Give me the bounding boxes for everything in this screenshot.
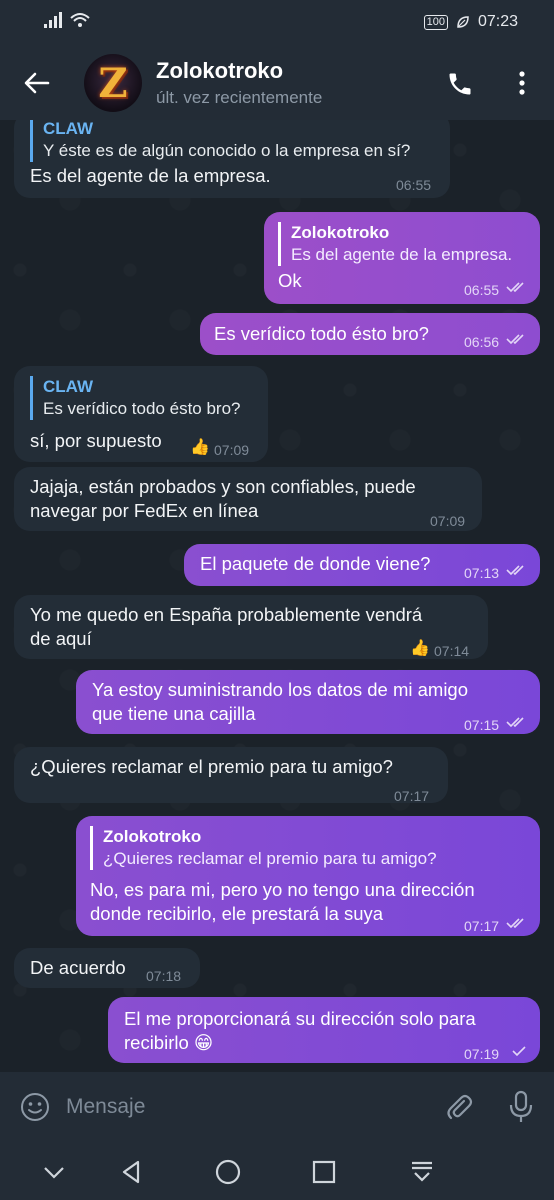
- message-input[interactable]: [66, 1092, 426, 1122]
- message-time: 07:09: [214, 442, 250, 458]
- reply-author: Zolokotroko: [103, 827, 202, 846]
- message-text: sí, por supuesto: [30, 430, 162, 451]
- signal-icon: [44, 12, 62, 28]
- chat-title[interactable]: Zolokotroko: [156, 58, 283, 84]
- message-outgoing[interactable]: Zolokotroko Es del agente de la empresa.…: [264, 212, 540, 304]
- home-circle-icon[interactable]: [214, 1158, 242, 1186]
- message-composer: [0, 1072, 554, 1142]
- double-check-icon: [506, 717, 524, 728]
- message-text: Jajaja, están probados y son confiables,…: [30, 476, 416, 497]
- message-incoming[interactable]: ¿Quieres reclamar el premio para tu amig…: [14, 747, 448, 804]
- chat-header: Z Zolokotroko últ. vez recientemente: [0, 46, 554, 120]
- smiley-icon[interactable]: [20, 1092, 50, 1122]
- reply-author: CLAW: [43, 120, 94, 138]
- message-text: Yo me quedo en España probablemente vend…: [30, 604, 423, 625]
- reply-author: CLAW: [43, 377, 94, 396]
- avatar[interactable]: Z: [84, 54, 142, 112]
- chevron-down-icon[interactable]: [40, 1158, 68, 1186]
- status-right: 100 07:23: [423, 13, 518, 31]
- message-text: Es verídico todo ésto bro?: [214, 323, 429, 344]
- message-incoming[interactable]: De acuerdo 07:18: [14, 948, 200, 988]
- message-time: 07:13: [464, 565, 500, 581]
- system-nav-bar: [0, 1142, 554, 1200]
- message-time: 07:14: [434, 643, 470, 659]
- chat-last-seen: últ. vez recientemente: [156, 88, 323, 107]
- leaf-icon: [457, 16, 469, 28]
- message-text: No, es para mi, pero yo no tengo una dir…: [90, 879, 475, 900]
- message-text: De acuerdo: [30, 957, 126, 978]
- message-time: 07:17: [394, 788, 430, 804]
- message-text: El paquete de donde viene?: [200, 553, 431, 574]
- message-time: 07:09: [430, 513, 466, 529]
- avatar-letter: Z: [98, 59, 128, 107]
- message-outgoing[interactable]: Zolokotroko ¿Quieres reclamar el premio …: [76, 816, 540, 936]
- double-check-icon: [506, 918, 524, 929]
- message-incoming[interactable]: CLAW Es verídico todo ésto bro? sí, por …: [14, 366, 268, 462]
- status-bar: 100 07:23: [0, 0, 554, 46]
- reply-text: Y éste es de algún conocido o la empresa…: [43, 141, 411, 160]
- reply-text: Es verídico todo ésto bro?: [43, 399, 241, 418]
- reply-quote[interactable]: Zolokotroko ¿Quieres reclamar el premio …: [90, 826, 437, 870]
- arrow-left-icon[interactable]: [22, 68, 52, 98]
- message-time: 07:15: [464, 717, 500, 733]
- message-text: que tiene una cajilla: [92, 703, 256, 724]
- status-left: [44, 12, 90, 28]
- message-incoming[interactable]: CLAW Y éste es de algún conocido o la em…: [14, 120, 450, 198]
- reply-quote[interactable]: Zolokotroko Es del agente de la empresa.: [278, 222, 512, 266]
- message-text: Ok: [278, 270, 302, 291]
- back-triangle-icon[interactable]: [118, 1158, 146, 1186]
- recents-square-icon[interactable]: [310, 1158, 338, 1186]
- message-time: 06:55: [464, 282, 500, 298]
- message-text: recibirlo 😁: [124, 1032, 214, 1053]
- double-check-icon: [506, 282, 524, 293]
- reply-text: Es del agente de la empresa.: [291, 245, 513, 264]
- message-text: navegar por FedEx en línea: [30, 500, 259, 521]
- thumbs-up-reaction[interactable]: 👍: [410, 637, 430, 661]
- message-outgoing[interactable]: Es verídico todo ésto bro? 06:56: [200, 313, 540, 355]
- double-check-icon: [506, 565, 524, 576]
- thumbs-up-reaction[interactable]: 👍: [190, 436, 210, 460]
- double-check-icon: [506, 334, 524, 345]
- message-outgoing[interactable]: El paquete de donde viene? 07:13: [184, 544, 540, 586]
- message-outgoing[interactable]: Ya estoy suministrando los datos de mi a…: [76, 670, 540, 734]
- reply-quote[interactable]: CLAW Y éste es de algún conocido o la em…: [30, 120, 410, 162]
- paperclip-icon[interactable]: [444, 1092, 474, 1122]
- message-incoming[interactable]: Jajaja, están probados y son confiables,…: [14, 467, 482, 531]
- message-text: Es del agente de la empresa.: [30, 165, 271, 186]
- message-text: de aquí: [30, 628, 92, 649]
- message-time: 06:56: [464, 334, 500, 350]
- wifi-icon: [70, 13, 90, 27]
- message-text: donde recibirlo, ele prestará la suya: [90, 903, 384, 924]
- message-list[interactable]: CLAW Y éste es de algún conocido o la em…: [0, 120, 554, 1072]
- message-time: 07:19: [464, 1046, 500, 1062]
- battery-indicator: 100: [423, 14, 448, 30]
- message-time: 06:55: [396, 177, 432, 193]
- message-time: 07:18: [146, 968, 182, 984]
- reply-author: Zolokotroko: [291, 223, 390, 242]
- message-outgoing[interactable]: El me proporcionará su dirección solo pa…: [108, 997, 540, 1063]
- phone-icon[interactable]: [446, 70, 474, 98]
- check-icon: [512, 1046, 526, 1057]
- reply-text: ¿Quieres reclamar el premio para tu amig…: [103, 849, 437, 868]
- notification-pull-icon[interactable]: [408, 1158, 436, 1186]
- message-text: ¿Quieres reclamar el premio para tu amig…: [30, 756, 393, 777]
- microphone-icon[interactable]: [508, 1090, 534, 1124]
- message-text: Ya estoy suministrando los datos de mi a…: [92, 679, 469, 700]
- more-vert-icon[interactable]: [512, 68, 532, 98]
- message-text: El me proporcionará su dirección solo pa…: [124, 1008, 476, 1029]
- message-incoming[interactable]: Yo me quedo en España probablemente vend…: [14, 595, 488, 659]
- clock: 07:23: [477, 13, 518, 30]
- message-time: 07:17: [464, 918, 500, 934]
- reply-quote[interactable]: CLAW Es verídico todo ésto bro?: [30, 376, 241, 420]
